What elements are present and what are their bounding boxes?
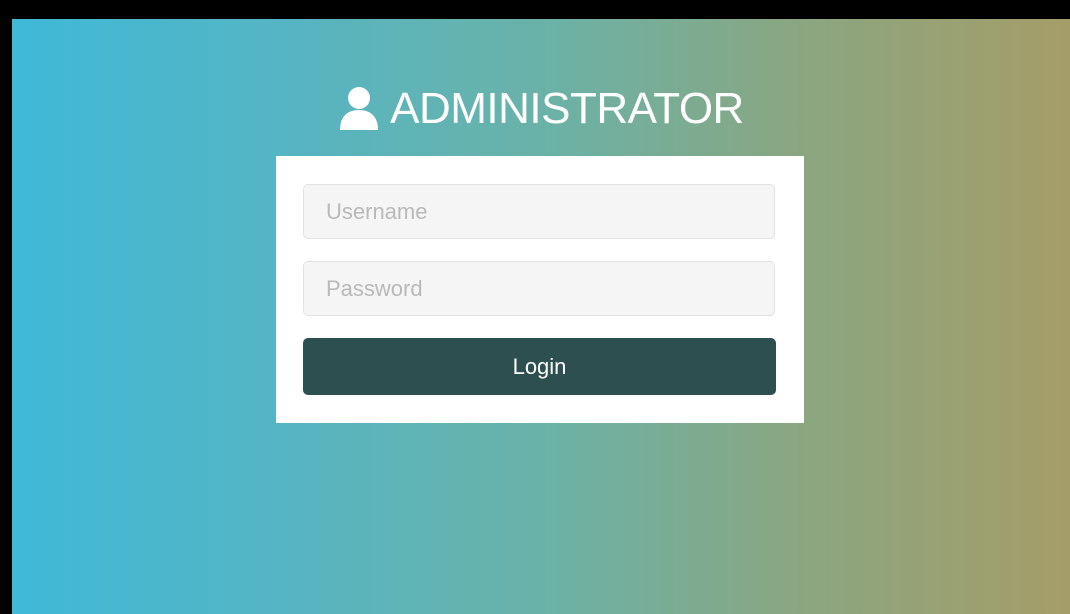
page-title: ADMINISTRATOR [12, 83, 1070, 135]
login-button[interactable]: Login [303, 338, 776, 395]
user-icon [340, 87, 379, 131]
page-title-text: ADMINISTRATOR [390, 84, 744, 133]
login-card: Login [276, 156, 804, 423]
username-input[interactable] [303, 184, 775, 239]
password-input[interactable] [303, 261, 775, 316]
login-page: ADMINISTRATOR Login [12, 19, 1070, 614]
screen-frame: ADMINISTRATOR Login [0, 0, 1070, 614]
